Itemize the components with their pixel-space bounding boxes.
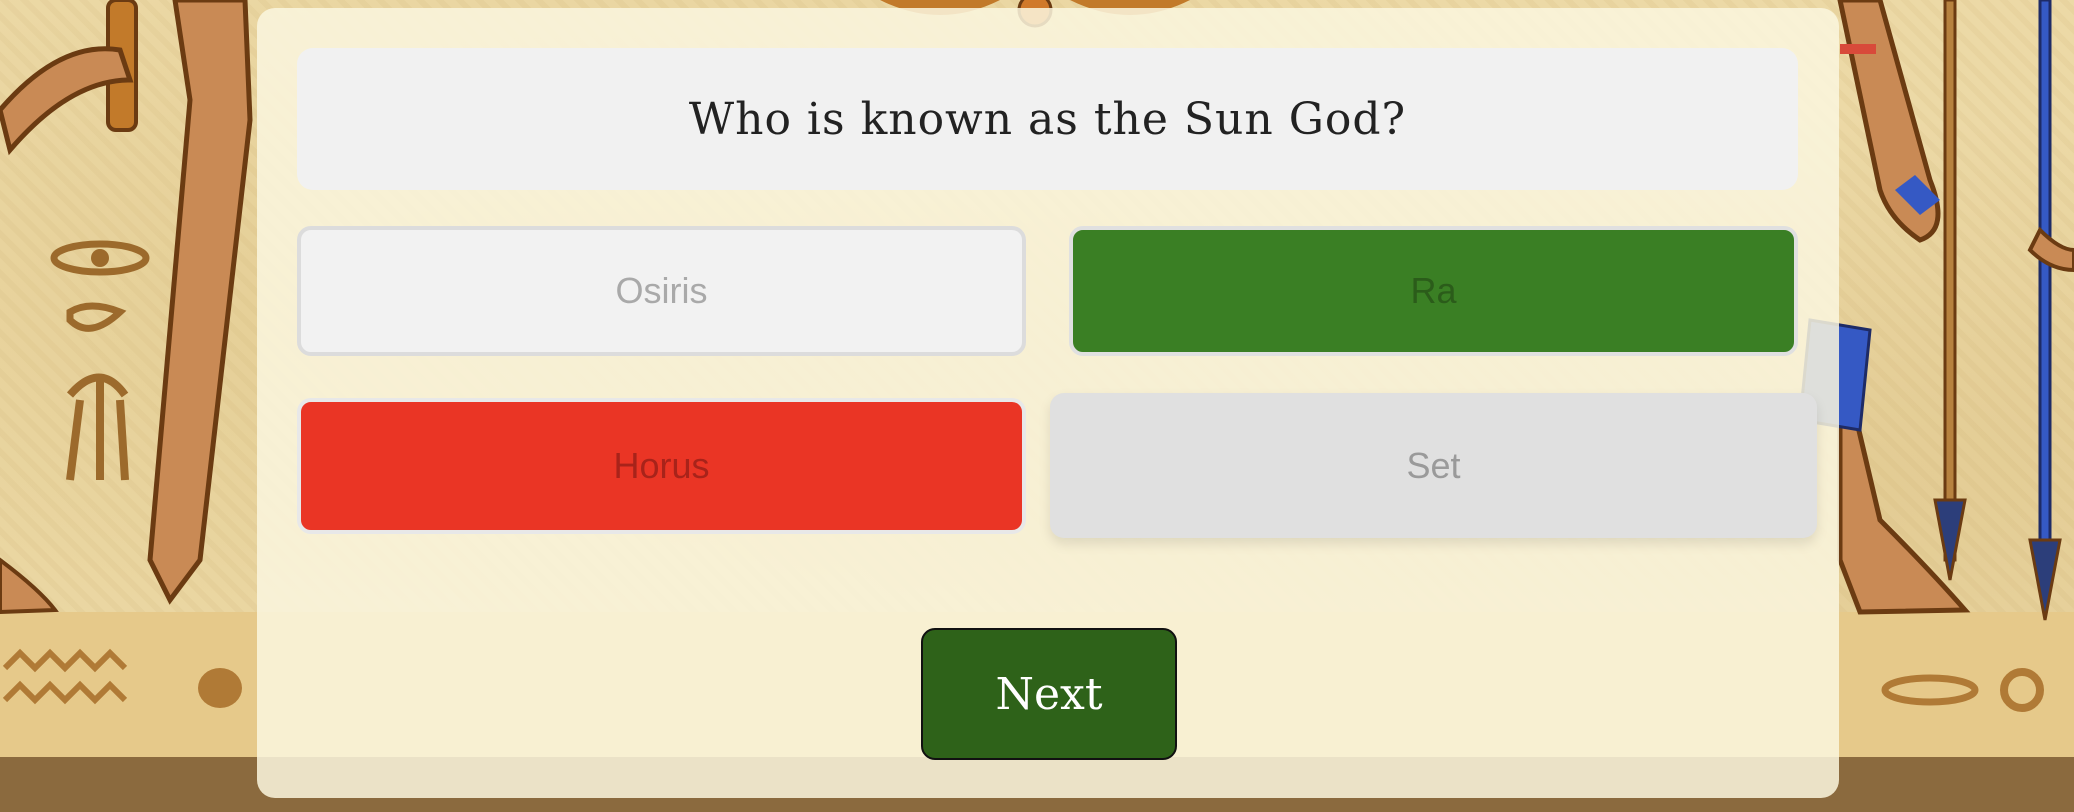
next-button[interactable]: Next [921, 628, 1177, 760]
answer-label: Set [1406, 444, 1461, 486]
quiz-panel: Who is known as the Sun God? Osiris Ra H… [257, 8, 1839, 798]
answer-button-set[interactable]: Set [1050, 393, 1817, 538]
answer-button-ra[interactable]: Ra [1069, 226, 1798, 356]
answer-button-horus[interactable]: Horus [297, 398, 1026, 534]
answer-label: Osiris [615, 270, 708, 311]
answer-label: Ra [1410, 270, 1457, 311]
answer-button-osiris[interactable]: Osiris [297, 226, 1026, 356]
answer-label: Horus [613, 445, 710, 486]
question-text: Who is known as the Sun God? [688, 93, 1407, 145]
question-box: Who is known as the Sun God? [297, 48, 1798, 190]
